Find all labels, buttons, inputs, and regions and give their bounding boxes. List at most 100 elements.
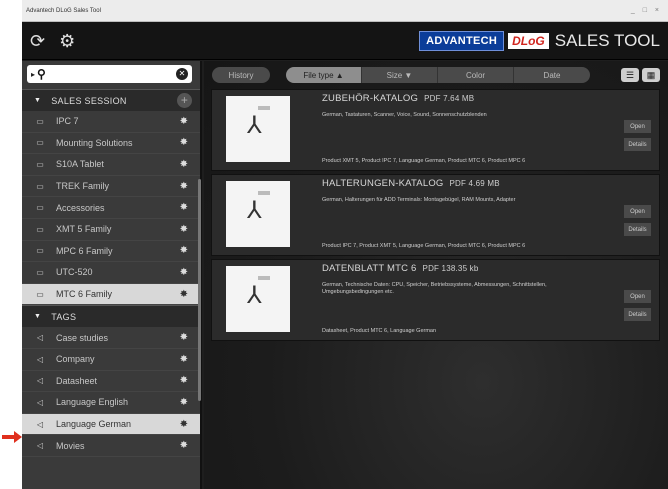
item-settings-gear-icon[interactable]: ✸	[180, 440, 188, 451]
sort-date-button[interactable]: Date	[514, 67, 590, 83]
tag-icon: ◁	[36, 376, 44, 386]
add-session-icon[interactable]: +	[177, 93, 192, 108]
document-title-row: ZUBEHÖR-KATALOG PDF 7.64 MB	[322, 93, 474, 104]
item-settings-gear-icon[interactable]: ✸	[180, 159, 188, 170]
collapse-triangle-icon[interactable]: ▼	[34, 97, 41, 104]
title-bar: Advantech DLoG Sales Tool _ □ ×	[22, 0, 668, 22]
item-settings-gear-icon[interactable]: ✸	[180, 289, 188, 300]
history-button[interactable]: History	[212, 67, 270, 83]
folder-icon: ▭	[36, 159, 44, 169]
folder-icon: ▭	[36, 224, 44, 234]
document-title: ZUBEHÖR-KATALOG	[322, 93, 419, 104]
folder-icon: ▭	[36, 181, 44, 191]
sidebar-item-label: Company	[56, 354, 95, 365]
window-title: Advantech DLoG Sales Tool	[26, 7, 101, 14]
sync-icon[interactable]: ⟳	[30, 32, 45, 50]
item-settings-gear-icon[interactable]: ✸	[180, 181, 188, 192]
sidebar-item[interactable]: ▭ Accessories ✸	[22, 197, 200, 219]
open-button[interactable]: Open	[624, 290, 651, 303]
tag-icon: ◁	[36, 333, 44, 343]
item-settings-gear-icon[interactable]: ✸	[180, 202, 188, 213]
details-button[interactable]: Details	[624, 138, 651, 151]
sidebar-item-label: Language English	[56, 397, 129, 408]
item-settings-gear-icon[interactable]: ✸	[180, 354, 188, 365]
item-settings-gear-icon[interactable]: ✸	[180, 419, 188, 430]
sidebar-item[interactable]: ◁ Company ✸	[22, 349, 200, 371]
document-description: German, Halterungen für ADD Terminals: M…	[322, 197, 516, 203]
item-settings-gear-icon[interactable]: ✸	[180, 267, 188, 278]
document-list: ⅄ ZUBEHÖR-KATALOG PDF 7.64 MB German, Tasta…	[204, 89, 668, 341]
sidebar-item-label: Language German	[56, 419, 132, 430]
folder-icon: ▭	[36, 138, 44, 148]
document-meta: PDF 4.69 MB	[449, 179, 500, 188]
sidebar-item[interactable]: ◁ Movies ✸	[22, 435, 200, 457]
sort-size-button[interactable]: Size ▼	[362, 67, 438, 83]
sidebar-item[interactable]: ◁ Language German ✸	[22, 413, 200, 436]
sidebar-item[interactable]: ▭ IPC 7 ✸	[22, 111, 200, 133]
sidebar-item[interactable]: ▭ UTC-520 ✸	[22, 262, 200, 284]
tag-icon: ◁	[36, 419, 44, 429]
section-tags[interactable]: ▼ TAGS	[22, 305, 200, 328]
brand-logo: ADVANTECH DLoG SALES TOOL	[419, 30, 660, 51]
open-button[interactable]: Open	[624, 120, 651, 133]
settings-gear-icon[interactable]: ⚙	[59, 32, 75, 50]
document-card[interactable]: ⅄ HALTERUNGEN-KATALOG PDF 4.69 MB German, H…	[211, 174, 660, 256]
sidebar-item[interactable]: ▭ XMT 5 Family ✸	[22, 219, 200, 241]
folder-icon: ▭	[36, 267, 44, 277]
top-bar: ⟳ ⚙ ADVANTECH DLoG SALES TOOL	[22, 22, 668, 60]
sort-color-button[interactable]: Color	[438, 67, 514, 83]
grid-view-icon[interactable]: ▦	[642, 68, 660, 82]
sidebar-item[interactable]: ▭ S10A Tablet ✸	[22, 154, 200, 176]
paperclip-icon	[258, 191, 270, 195]
document-tags: Datasheet, Product MTC 6, Language Germa…	[322, 328, 437, 334]
sidebar-item[interactable]: ▭ MTC 6 Family ✸	[22, 283, 200, 306]
document-card[interactable]: ⅄ DATENBLATT MTC 6 PDF 138.35 kb German, Te…	[211, 259, 660, 341]
search-scope-arrow-icon[interactable]: ▸	[31, 70, 35, 79]
item-settings-gear-icon[interactable]: ✸	[180, 224, 188, 235]
list-view-icon[interactable]: ☰	[621, 68, 639, 82]
item-settings-gear-icon[interactable]: ✸	[180, 332, 188, 343]
sidebar-item-label: Case studies	[56, 332, 109, 343]
sidebar-item[interactable]: ▭ TREK Family ✸	[22, 176, 200, 198]
sidebar-scrollbar[interactable]	[198, 179, 201, 401]
details-button[interactable]: Details	[624, 223, 651, 236]
open-button[interactable]: Open	[624, 205, 651, 218]
sidebar-item-label: MTC 6 Family	[56, 289, 112, 300]
sidebar-item-label: S10A Tablet	[56, 159, 104, 170]
sort-filetype-button[interactable]: File type ▲	[286, 67, 362, 83]
item-settings-gear-icon[interactable]: ✸	[180, 137, 188, 148]
pdf-thumbnail[interactable]: ⅄	[226, 96, 290, 162]
sidebar-item[interactable]: ▭ MPC 6 Family ✸	[22, 241, 200, 263]
pdf-icon: ⅄	[247, 197, 262, 224]
item-settings-gear-icon[interactable]: ✸	[180, 116, 188, 127]
search-input[interactable]	[45, 69, 176, 79]
section-label: TAGS	[51, 311, 77, 322]
sidebar-item[interactable]: ▭ Mounting Solutions ✸	[22, 133, 200, 155]
pdf-thumbnail[interactable]: ⅄	[226, 181, 290, 247]
sidebar-item[interactable]: ◁ Case studies ✸	[22, 327, 200, 349]
window-controls[interactable]: _ □ ×	[631, 7, 662, 14]
sort-segment: File type ▲ Size ▼ Color Date	[286, 67, 590, 83]
item-settings-gear-icon[interactable]: ✸	[180, 245, 188, 256]
item-settings-gear-icon[interactable]: ✸	[180, 375, 188, 386]
paperclip-icon	[258, 106, 270, 110]
tag-icon: ◁	[36, 441, 44, 451]
dlog-logo: DLoG	[508, 32, 549, 49]
collapse-triangle-icon[interactable]: ▼	[34, 313, 41, 320]
pdf-thumbnail[interactable]: ⅄	[226, 266, 290, 332]
sidebar-item[interactable]: ◁ Datasheet ✸	[22, 371, 200, 393]
paperclip-icon	[258, 276, 270, 280]
folder-icon: ▭	[36, 116, 44, 126]
document-title: DATENBLATT MTC 6	[322, 263, 417, 274]
tag-icon: ◁	[36, 397, 44, 407]
section-sales-session[interactable]: ▼ SALES SESSION +	[22, 89, 200, 111]
document-title-row: HALTERUNGEN-KATALOG PDF 4.69 MB	[322, 178, 500, 189]
clear-search-icon[interactable]: ✕	[176, 68, 188, 80]
details-button[interactable]: Details	[624, 308, 651, 321]
item-settings-gear-icon[interactable]: ✸	[180, 397, 188, 408]
tag-icon: ◁	[36, 354, 44, 364]
document-card[interactable]: ⅄ ZUBEHÖR-KATALOG PDF 7.64 MB German, Tasta…	[211, 89, 660, 171]
folder-icon: ▭	[36, 203, 44, 213]
view-toggle: ☰ ▦	[621, 68, 660, 82]
sidebar-item[interactable]: ◁ Language English ✸	[22, 392, 200, 414]
